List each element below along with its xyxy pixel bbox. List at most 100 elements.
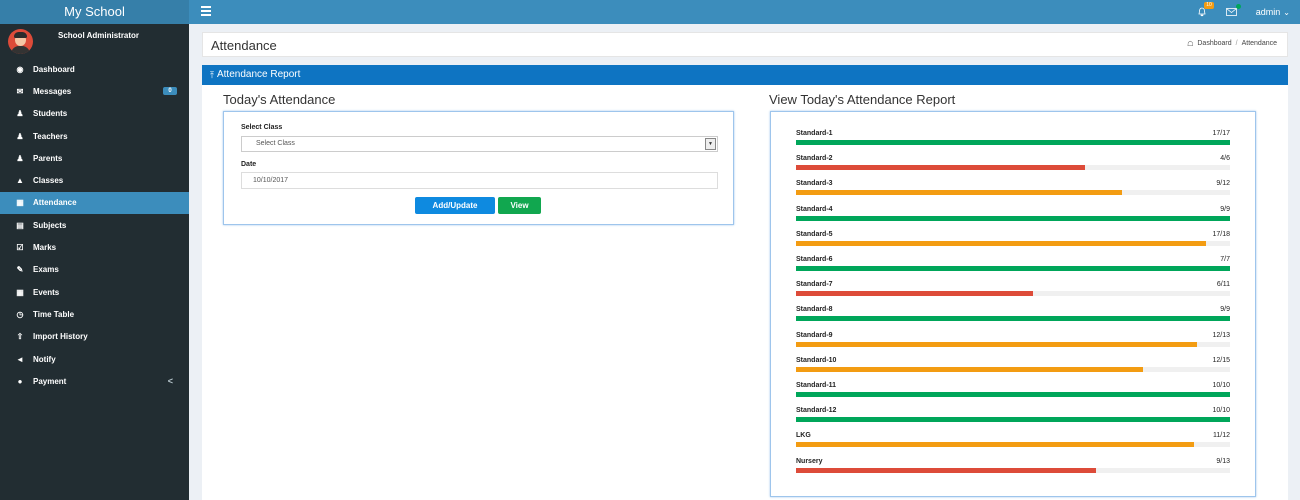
progress-track (796, 366, 1230, 372)
sidebar-item-dashboard[interactable]: ◉ Dashboard (0, 58, 189, 80)
sidebar-item-messages[interactable]: ✉ Messages 0 (0, 80, 189, 102)
attendance-report-title: View Today's Attendance Report (769, 92, 956, 107)
bell-icon: ▲ (16, 176, 24, 186)
attendance-count: 9/12 (1216, 180, 1230, 188)
progress-fill (796, 215, 1230, 221)
sidebar-item-events[interactable]: ▦ Events (0, 281, 189, 303)
date-label: Date (241, 161, 257, 168)
attendance-count: 9/9 (1220, 205, 1230, 213)
attendance-count: 7/7 (1220, 256, 1230, 263)
breadcrumb-separator: / (1235, 40, 1238, 47)
class-name-label: Standard-4 (796, 205, 833, 213)
progress-track (796, 417, 1230, 423)
progress-fill (796, 266, 1230, 271)
attendance-row: Standard-4 9/9 (796, 206, 1230, 226)
attendance-count: 12/15 (1212, 356, 1230, 364)
attendance-row: Standard-3 9/12 (796, 180, 1230, 200)
sidebar-item-label: Attendance (33, 198, 77, 208)
user-menu-label: admin (1255, 7, 1281, 17)
attendance-count: 12/13 (1212, 331, 1230, 339)
sidebar-item-subjects[interactable]: ▤ Subjects (0, 214, 189, 236)
attendance-row: Standard-5 17/18 (796, 231, 1230, 251)
sidebar-item-teachers[interactable]: ♟ Teachers (0, 125, 189, 147)
sidebar-item-label: Dashboard (33, 64, 75, 74)
user-panel: School Administrator (0, 24, 189, 58)
attendance-row: Nursery 9/13 (796, 458, 1230, 478)
app-brand[interactable]: My School (0, 0, 189, 24)
users-icon: ♟ (16, 109, 24, 119)
sidebar-item-payment[interactable]: ● Payment < (0, 370, 189, 392)
progress-track (796, 316, 1230, 322)
dashboard-icon: ◉ (16, 64, 24, 74)
top-navbar: 10 admin ⌄ (189, 0, 1300, 24)
sidebar-item-marks[interactable]: ☑ Marks (0, 236, 189, 258)
attendance-form-panel: Select Class Select Class ▼ Date 10/10/2… (223, 111, 734, 225)
sidebar-item-label: Notify (33, 354, 56, 364)
progress-fill (796, 467, 1097, 473)
sidebar-item-import-history[interactable]: ⇧ Import History (0, 326, 189, 348)
messages-envelope-icon[interactable] (1226, 4, 1241, 18)
progress-track (796, 467, 1230, 473)
sidebar-item-label: Import History (33, 332, 88, 342)
calendar-icon: ▦ (16, 287, 24, 297)
progress-fill (796, 341, 1197, 347)
bullhorn-icon: ◄ (16, 354, 24, 364)
upload-icon: ⇧ (16, 332, 24, 342)
attendance-count: 17/18 (1212, 230, 1230, 238)
progress-track (796, 291, 1230, 297)
sidebar-item-exams[interactable]: ✎ Exams (0, 259, 189, 281)
progress-track (796, 392, 1230, 397)
sidebar: School Administrator ◉ Dashboard ✉ Messages… (0, 24, 189, 500)
sidebar-item-classes[interactable]: ▲ Classes (0, 169, 189, 191)
attendance-report-box: ⤒ Attendance Report Today's Attendance S… (202, 65, 1288, 500)
notifications-bell-icon[interactable]: 10 (1196, 2, 1214, 18)
class-name-label: Standard-5 (796, 230, 833, 238)
class-name-label: Standard-8 (796, 306, 833, 314)
user-menu[interactable]: admin ⌄ (1256, 7, 1290, 17)
sidebar-item-attendance[interactable]: ▦ Attendance (0, 191, 189, 215)
dashboard-home-icon: ☖ (1187, 41, 1194, 48)
sidebar-item-label: Exams (33, 265, 59, 275)
sidebar-item-time-table[interactable]: ◷ Time Table (0, 303, 189, 325)
attendance-count: 9/9 (1220, 306, 1230, 314)
progress-track (796, 240, 1230, 246)
progress-fill (796, 190, 1122, 196)
attendance-count: 17/17 (1212, 130, 1230, 137)
dropdown-arrow-icon[interactable]: ▼ (705, 138, 716, 150)
breadcrumb-dashboard-link[interactable]: Dashboard (1197, 40, 1231, 48)
date-input[interactable]: 10/10/2017 (241, 172, 718, 189)
attendance-row: Standard-1 17/17 (796, 130, 1230, 150)
progress-fill (796, 316, 1230, 322)
navbar-right: 10 admin ⌄ (1196, 0, 1290, 24)
select-class-dropdown[interactable]: Select Class ▼ (241, 136, 718, 152)
attendance-row: Standard-8 9/9 (796, 306, 1230, 326)
class-name-label: Standard-1 (796, 130, 833, 137)
attendance-row: Standard-11 10/10 (796, 382, 1230, 402)
class-name-label: Nursery (796, 457, 823, 465)
class-name-label: Standard-2 (796, 155, 833, 163)
select-class-label: Select Class (241, 124, 283, 131)
breadcrumb: ☖ Dashboard / Attendance (1187, 40, 1277, 48)
progress-track (796, 215, 1230, 221)
attendance-row: Standard-2 4/6 (796, 155, 1230, 175)
add-update-button[interactable]: Add/Update (415, 197, 495, 214)
attendance-count: 9/13 (1216, 457, 1230, 465)
sidebar-item-label: Payment (33, 376, 67, 386)
class-name-label: Standard-6 (796, 256, 833, 263)
attendance-row: Standard-9 12/13 (796, 332, 1230, 352)
sidebar-item-students[interactable]: ♟ Students (0, 103, 189, 125)
progress-track (796, 266, 1230, 271)
hamburger-menu-icon[interactable] (201, 6, 211, 16)
sidebar-item-notify[interactable]: ◄ Notify (0, 348, 189, 370)
sidebar-item-parents[interactable]: ♟ Parents (0, 147, 189, 169)
sidebar-item-label: Parents (33, 153, 63, 163)
attendance-count: 11/12 (1213, 432, 1230, 440)
view-button[interactable]: View (498, 197, 541, 214)
content-header: Attendance ☖ Dashboard / Attendance (202, 32, 1288, 57)
sidebar-item-label: Students (33, 109, 68, 119)
attendance-row: Standard-12 10/10 (796, 407, 1230, 427)
book-icon: ▤ (16, 220, 24, 230)
class-name-label: Standard-12 (796, 407, 837, 415)
progress-track (796, 140, 1230, 145)
attendance-row: LKG 11/12 (796, 432, 1230, 452)
